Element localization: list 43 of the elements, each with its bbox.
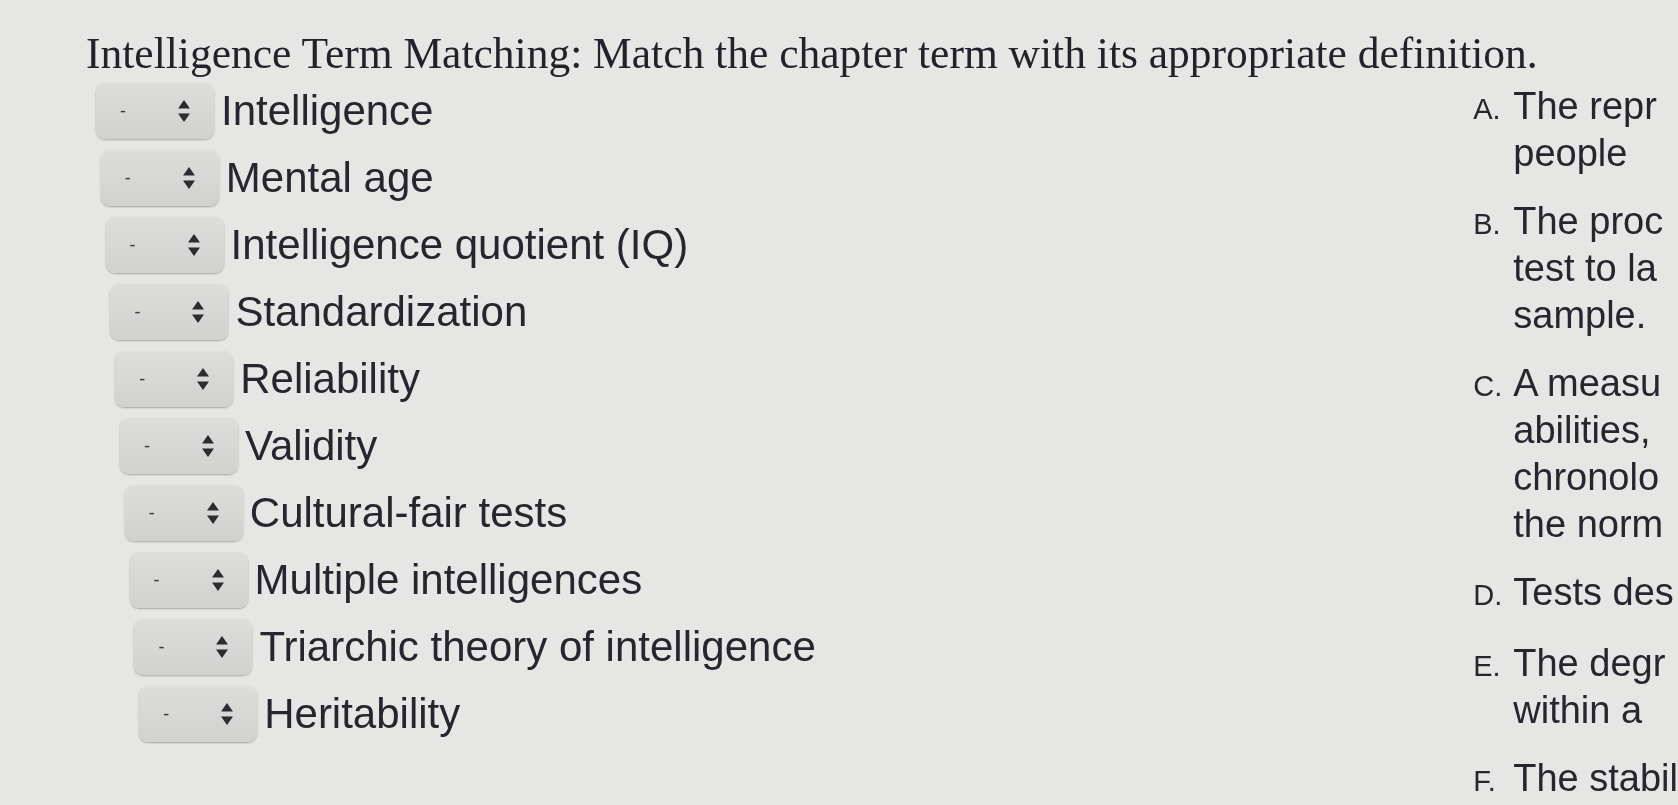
definition-text: The repr people bbox=[1513, 84, 1657, 176]
up-down-arrows-icon bbox=[197, 368, 210, 390]
term-label: Validity bbox=[245, 422, 378, 470]
option-letter: F. bbox=[1473, 764, 1497, 799]
answer-dropdown[interactable]: - bbox=[105, 217, 224, 273]
term-label: Mental age bbox=[225, 154, 434, 202]
term-label: Intelligence quotient (IQ) bbox=[230, 221, 689, 269]
up-down-arrows-icon bbox=[206, 502, 219, 524]
up-down-arrows-icon bbox=[187, 234, 200, 256]
term-label: Heritability bbox=[264, 690, 461, 738]
term-label: Cultural-fair tests bbox=[249, 489, 568, 537]
up-down-arrows-icon bbox=[211, 569, 224, 591]
answer-dropdown[interactable]: - bbox=[134, 619, 253, 675]
up-down-arrows-icon bbox=[221, 703, 234, 725]
definition-text: Tests des bbox=[1513, 570, 1674, 615]
answer-dropdown[interactable]: - bbox=[120, 418, 238, 474]
answer-dropdown[interactable]: - bbox=[96, 83, 214, 139]
up-down-arrows-icon bbox=[192, 301, 205, 323]
answer-dropdown[interactable]: - bbox=[100, 150, 219, 206]
term-label: Triarchic theory of intelligence bbox=[259, 623, 816, 671]
option-letter: B. bbox=[1473, 207, 1502, 242]
answer-dropdown[interactable]: - bbox=[124, 485, 243, 541]
up-down-arrows-icon bbox=[202, 435, 214, 457]
up-down-arrows-icon bbox=[182, 167, 195, 189]
answer-dropdown[interactable]: - bbox=[110, 284, 229, 340]
answer-dropdown[interactable]: - bbox=[115, 351, 234, 407]
option-letter: C. bbox=[1473, 369, 1504, 404]
definition-text: The proc test to la sample. bbox=[1513, 199, 1664, 338]
option-letter: E. bbox=[1473, 649, 1502, 684]
definition-text: The stabil bbox=[1513, 756, 1678, 801]
term-label: Multiple intelligences bbox=[254, 556, 643, 604]
option-letter: D. bbox=[1473, 578, 1504, 613]
term-label: Standardization bbox=[235, 288, 528, 336]
definition-text: The degr within a bbox=[1513, 641, 1666, 733]
answer-dropdown[interactable]: - bbox=[129, 552, 248, 608]
definition-text: A measu abilities, chronolo the norm bbox=[1513, 361, 1664, 547]
option-letter: A. bbox=[1473, 92, 1502, 127]
up-down-arrows-icon bbox=[178, 100, 190, 122]
answer-dropdown[interactable]: - bbox=[139, 686, 258, 742]
term-label: Intelligence bbox=[221, 87, 434, 135]
term-label: Reliability bbox=[240, 355, 420, 403]
up-down-arrows-icon bbox=[216, 636, 229, 658]
quiz-title: Intelligence Term Matching: Match the chapter term with its appropriate definition. bbox=[86, 28, 1538, 79]
